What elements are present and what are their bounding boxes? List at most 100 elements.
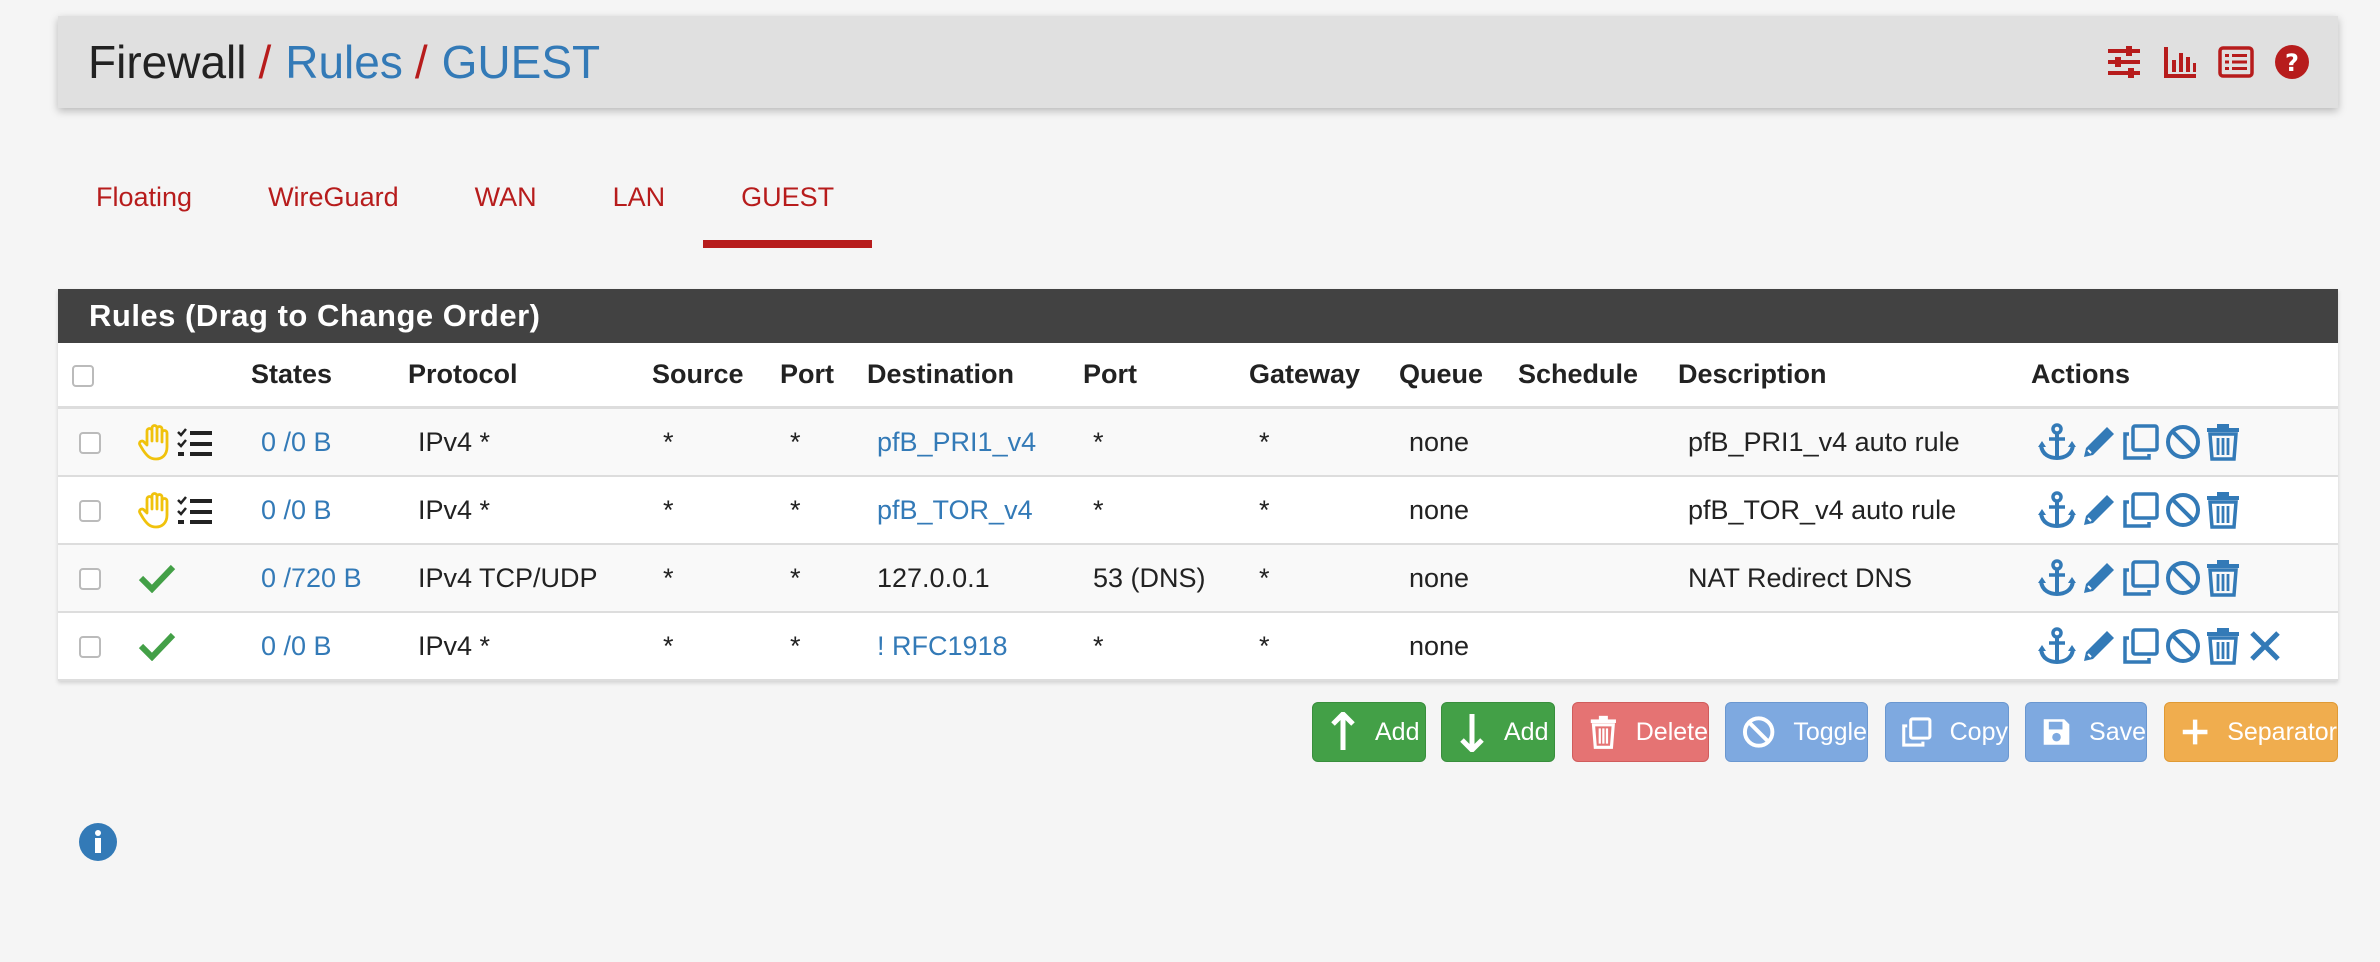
add-bottom-label: Add: [1504, 717, 1549, 746]
anchor-icon[interactable]: [2038, 423, 2076, 461]
anchor-icon[interactable]: [2038, 559, 2076, 597]
destination-cell[interactable]: pfB_PRI1_v4: [877, 427, 1036, 458]
row-checkbox[interactable]: [79, 500, 101, 522]
save-button[interactable]: Save: [2025, 702, 2147, 762]
table-row[interactable]: 0 /0 B IPv4 * * * pfB_TOR_v4 * * none pfB_TOR_v4…: [58, 477, 2338, 545]
separator-button[interactable]: Separator: [2164, 702, 2338, 762]
copy-icon[interactable]: [2122, 491, 2160, 529]
separator-label: Separator: [2227, 717, 2337, 746]
gateway-cell: *: [1259, 563, 1270, 593]
source-cell: *: [663, 427, 674, 457]
table-header: States Protocol Source Port Destination …: [58, 343, 2338, 409]
toggle-button[interactable]: Toggle: [1725, 702, 1868, 762]
destination-cell: 127.0.0.1: [877, 563, 990, 593]
close-icon[interactable]: [2246, 627, 2284, 665]
pencil-icon[interactable]: [2080, 423, 2118, 461]
destination-cell[interactable]: ! RFC1918: [877, 631, 1008, 662]
states-cell[interactable]: 0 /0 B: [261, 631, 332, 662]
plus-icon: [2182, 719, 2208, 745]
destination-port-cell: *: [1093, 631, 1104, 661]
list-check-icon[interactable]: [177, 427, 213, 464]
description-cell: NAT Redirect DNS: [1688, 563, 1913, 593]
pencil-icon[interactable]: [2080, 491, 2118, 529]
trash-icon: [1590, 715, 1616, 749]
list-check-icon[interactable]: [177, 495, 213, 532]
col-protocol[interactable]: Protocol: [408, 359, 518, 390]
delete-label: Delete: [1635, 717, 1708, 746]
col-schedule[interactable]: Schedule: [1518, 359, 1638, 390]
col-port[interactable]: Port: [780, 359, 834, 390]
tab-guest[interactable]: GUEST: [703, 158, 873, 248]
anchor-icon[interactable]: [2038, 627, 2076, 665]
protocol-cell: IPv4 *: [418, 631, 491, 661]
trash-icon[interactable]: [2204, 491, 2242, 529]
breadcrumb-separator: /: [258, 36, 272, 88]
destination-port-cell: 53 (DNS): [1093, 563, 1206, 593]
destination-cell[interactable]: pfB_TOR_v4: [877, 495, 1033, 526]
table-row[interactable]: 0 /0 B IPv4 * * * pfB_PRI1_v4 * * none pfB_PRI1_…: [58, 409, 2338, 477]
copy-icon: [1902, 717, 1932, 747]
col-queue[interactable]: Queue: [1399, 359, 1483, 390]
ban-icon[interactable]: [2164, 423, 2202, 461]
save-label: Save: [2089, 717, 2146, 746]
ban-icon[interactable]: [2164, 627, 2202, 665]
states-cell[interactable]: 0 /720 B: [261, 563, 362, 594]
svg-text:?: ?: [2285, 49, 2299, 77]
add-bottom-button[interactable]: Add: [1441, 702, 1555, 762]
info-icon[interactable]: [78, 822, 118, 862]
help-icon[interactable]: ?: [2274, 44, 2310, 80]
ban-icon: [1742, 716, 1775, 748]
col-gateway[interactable]: Gateway: [1249, 359, 1360, 390]
protocol-cell: IPv4 TCP/UDP: [418, 563, 598, 593]
tab-lan[interactable]: LAN: [575, 158, 704, 248]
pencil-icon[interactable]: [2080, 627, 2118, 665]
select-all-checkbox[interactable]: [72, 365, 94, 387]
col-destination[interactable]: Destination: [867, 359, 1014, 390]
ban-icon[interactable]: [2164, 491, 2202, 529]
table-row[interactable]: 0 /720 B IPv4 TCP/UDP * * 127.0.0.1 53 (DNS) *…: [58, 545, 2338, 613]
anchor-icon[interactable]: [2038, 491, 2076, 529]
row-checkbox[interactable]: [79, 568, 101, 590]
gateway-cell: *: [1259, 631, 1270, 661]
source-cell: *: [663, 495, 674, 525]
ban-icon[interactable]: [2164, 559, 2202, 597]
breadcrumb-guest-link[interactable]: GUEST: [442, 35, 600, 89]
copy-icon[interactable]: [2122, 627, 2160, 665]
col-port[interactable]: Port: [1083, 359, 1137, 390]
add-top-button[interactable]: Add: [1312, 702, 1426, 762]
trash-icon[interactable]: [2204, 559, 2242, 597]
copy-label: Copy: [1949, 717, 2008, 746]
row-checkbox[interactable]: [79, 432, 101, 454]
tab-wireguard[interactable]: WireGuard: [230, 158, 437, 248]
gateway-cell: *: [1259, 495, 1270, 525]
copy-button[interactable]: Copy: [1885, 702, 2009, 762]
rules-panel: Rules (Drag to Change Order) States Prot…: [58, 289, 2338, 681]
toggle-label: Toggle: [1793, 717, 1867, 746]
trash-icon[interactable]: [2204, 627, 2242, 665]
states-cell[interactable]: 0 /0 B: [261, 495, 332, 526]
source-port-cell: *: [790, 427, 801, 457]
delete-button[interactable]: Delete: [1572, 702, 1709, 762]
sliders-icon[interactable]: [2106, 44, 2142, 80]
bar-chart-icon[interactable]: [2162, 44, 2198, 80]
states-cell[interactable]: 0 /0 B: [261, 427, 332, 458]
source-port-cell: *: [790, 563, 801, 593]
save-icon: [2043, 719, 2070, 745]
trash-icon[interactable]: [2204, 423, 2242, 461]
table-row[interactable]: 0 /0 B IPv4 * * * ! RFC1918 * * none: [58, 613, 2338, 681]
tab-floating[interactable]: Floating: [58, 158, 230, 248]
pencil-icon[interactable]: [2080, 559, 2118, 597]
row-checkbox[interactable]: [79, 636, 101, 658]
list-icon[interactable]: [2218, 44, 2254, 80]
copy-icon[interactable]: [2122, 559, 2160, 597]
copy-icon[interactable]: [2122, 423, 2160, 461]
breadcrumb-rules-link[interactable]: Rules: [285, 35, 403, 89]
col-source[interactable]: Source: [652, 359, 744, 390]
col-description[interactable]: Description: [1678, 359, 1827, 390]
tab-wan[interactable]: WAN: [437, 158, 575, 248]
queue-cell: none: [1409, 563, 1470, 593]
interface-tabs: Floating WireGuard WAN LAN GUEST: [58, 158, 873, 248]
gateway-cell: *: [1259, 427, 1270, 457]
col-states[interactable]: States: [251, 359, 332, 390]
panel-title: Rules (Drag to Change Order): [58, 289, 2338, 343]
